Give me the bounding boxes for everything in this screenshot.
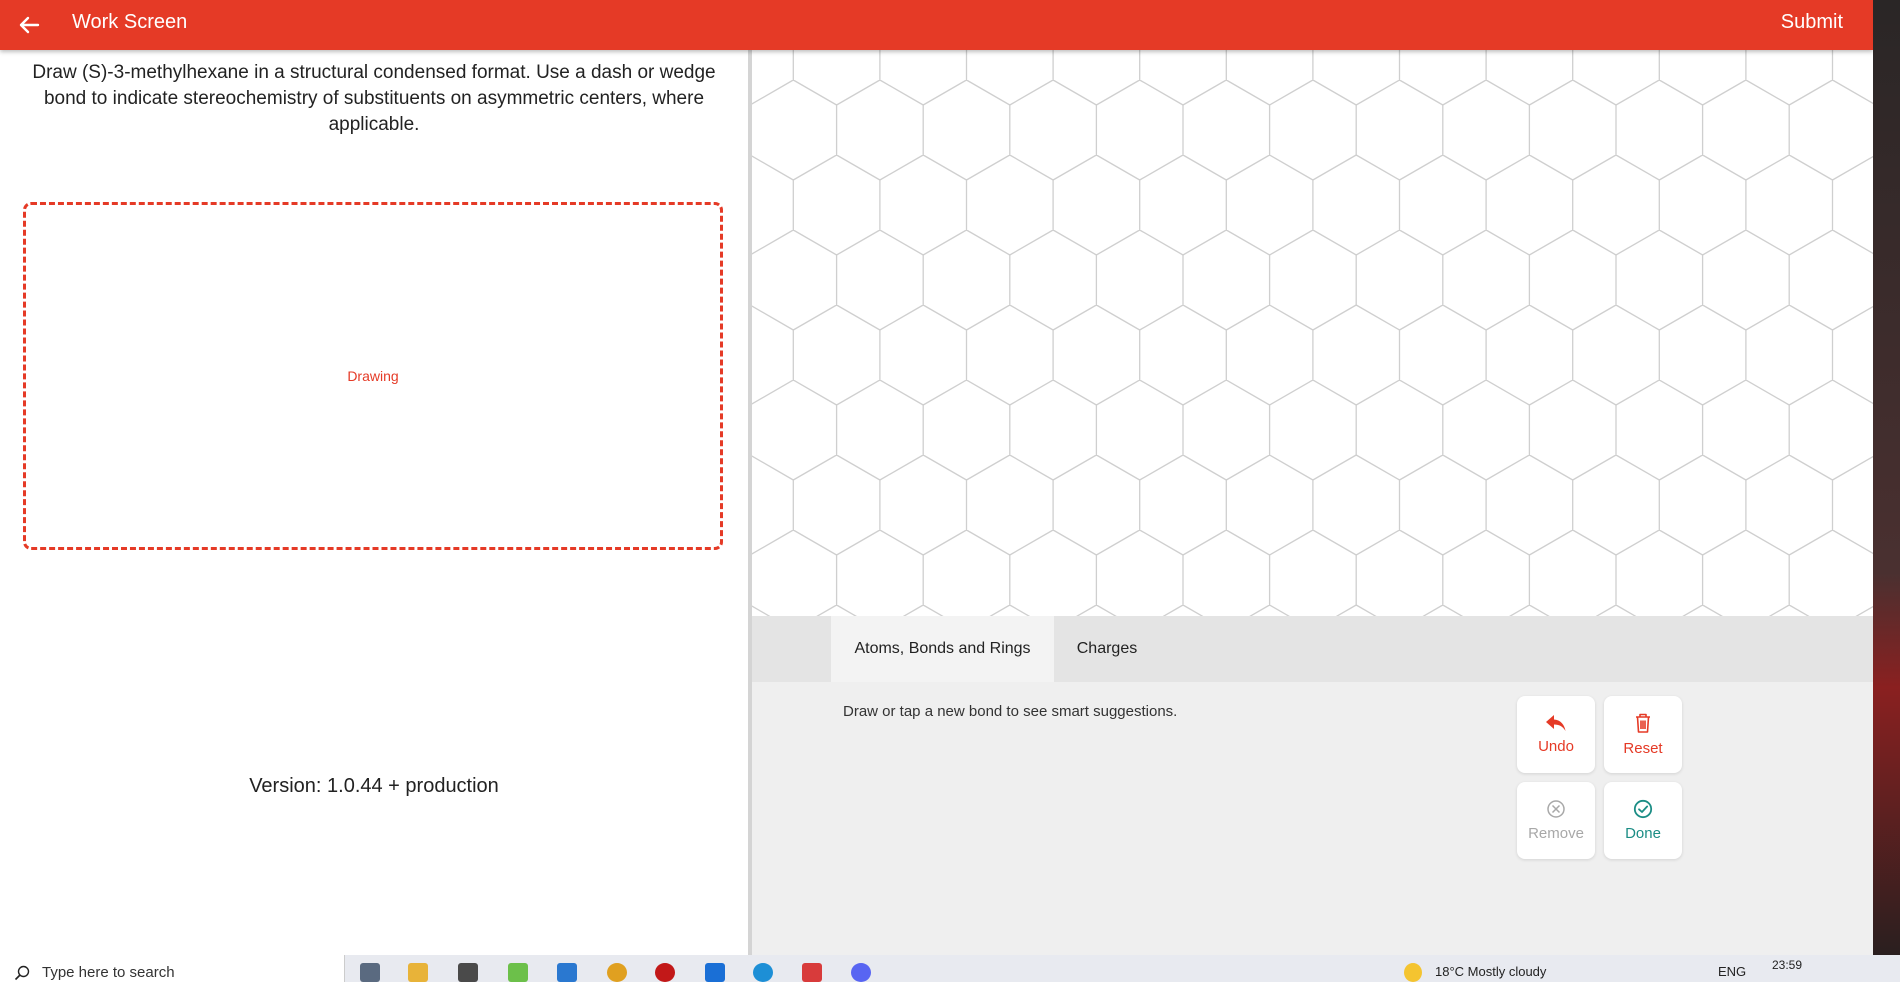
store-icon[interactable] [458, 963, 478, 982]
undo-icon [1546, 715, 1566, 731]
back-arrow-icon[interactable] [14, 10, 44, 40]
tab-charges[interactable]: Charges [1054, 616, 1160, 682]
search-placeholder: Type here to search [42, 964, 175, 981]
weather-icon[interactable] [1404, 963, 1422, 982]
discord-icon[interactable] [851, 963, 871, 982]
done-button[interactable]: Done [1604, 782, 1682, 859]
app-header: Work Screen Submit [0, 0, 1873, 50]
reset-label: Reset [1623, 740, 1663, 757]
remove-label: Remove [1528, 825, 1584, 842]
chrome-icon[interactable] [607, 963, 627, 982]
trash-icon [1636, 713, 1650, 733]
drawing-preview-box[interactable]: Drawing [23, 202, 723, 550]
security-icon[interactable] [705, 963, 725, 982]
tool-panel: Atoms, Bonds and Rings Charges Draw or t… [752, 616, 1873, 955]
file-explorer-icon[interactable] [408, 963, 428, 982]
check-circle-icon [1633, 799, 1653, 819]
taskbar: Type here to search 18°C Mostly cloudy E… [0, 955, 1900, 982]
drawing-label: Drawing [347, 368, 399, 384]
remove-circle-icon [1547, 800, 1565, 818]
submit-button[interactable]: Submit [1781, 11, 1843, 34]
app-window: Work Screen Submit Draw (S)-3-methylhexa… [0, 0, 1873, 955]
tabs-bar: Atoms, Bonds and Rings Charges [752, 616, 1873, 682]
tab-atoms-bonds-rings[interactable]: Atoms, Bonds and Rings [831, 616, 1054, 682]
antivirus-icon[interactable] [655, 963, 675, 982]
hex-grid [752, 50, 1873, 616]
undo-label: Undo [1538, 738, 1574, 755]
task-view-icon[interactable] [360, 963, 380, 982]
reset-button[interactable]: Reset [1604, 696, 1682, 773]
page-title: Work Screen [72, 11, 188, 33]
drawing-canvas[interactable] [752, 50, 1873, 616]
weather-text[interactable]: 18°C Mostly cloudy [1435, 964, 1546, 979]
edge-icon[interactable] [753, 963, 773, 982]
undo-button[interactable]: Undo [1517, 696, 1595, 773]
search-icon [14, 965, 30, 981]
question-text: Draw (S)-3-methylhexane in a structural … [32, 62, 716, 135]
clock[interactable]: 23:59 [1772, 958, 1802, 972]
done-label: Done [1625, 825, 1661, 842]
taskbar-search-box[interactable]: Type here to search [0, 955, 345, 982]
hex-grid-lines [752, 50, 1873, 616]
remove-button[interactable]: Remove [1517, 782, 1595, 859]
language-indicator[interactable]: ENG [1718, 964, 1746, 979]
version-text: Version: 1.0.44 + production [249, 775, 499, 797]
mail-icon[interactable] [557, 963, 577, 982]
suggestion-hint: Draw or tap a new bond to see smart sugg… [843, 703, 1178, 720]
question-pane: Draw (S)-3-methylhexane in a structural … [0, 50, 748, 955]
app-icon-red[interactable] [802, 963, 822, 982]
app-icon-active[interactable] [508, 963, 528, 982]
desktop-background [1873, 0, 1900, 955]
